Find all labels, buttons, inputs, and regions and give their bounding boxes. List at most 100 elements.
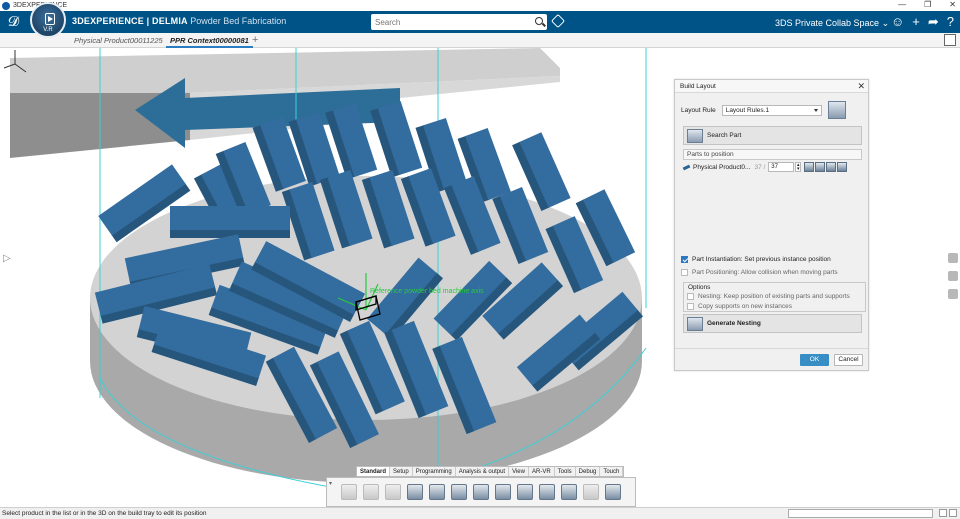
brand-title: 3DEXPERIENCE | DELMIA Powder Bed Fabrica…: [72, 16, 286, 26]
minimize-button[interactable]: —: [898, 0, 906, 9]
support-icon[interactable]: [495, 484, 511, 500]
add-icon[interactable]: +: [912, 14, 920, 30]
layout-rule-select[interactable]: Layout Rules.1: [721, 104, 822, 116]
part-positioning-option[interactable]: Part Positioning: Allow collision when m…: [681, 269, 838, 276]
collab-space-selector[interactable]: 3DS Private Collab Space ⌄: [775, 18, 889, 29]
user-icon[interactable]: ☺: [891, 14, 904, 30]
copy-icon[interactable]: [363, 484, 379, 500]
parts-to-position-header: Parts to position: [683, 149, 862, 160]
tab-ppr-context[interactable]: PPR Context00000081: [166, 33, 253, 48]
document-tabs: Physical Product00011225 PPR Context0000…: [0, 33, 960, 48]
generate-nesting-icon: [687, 316, 703, 331]
positioning-icon[interactable]: [473, 484, 489, 500]
position-part-icon[interactable]: [804, 162, 815, 172]
render-tool-icon[interactable]: [948, 271, 958, 281]
tab-debug[interactable]: Debug: [576, 467, 601, 476]
view-tool-icon[interactable]: [948, 253, 958, 263]
status-bar: Select product in the list or in the 3D …: [0, 507, 960, 519]
window-title-bar: 3DEXPERIENCE — ❐ ✕: [0, 0, 960, 11]
cut-icon[interactable]: [341, 484, 357, 500]
nesting-keep-option[interactable]: Nesting: Keep position of existing parts…: [687, 293, 850, 300]
part-icon: [682, 164, 691, 170]
fullscreen-icon[interactable]: [944, 34, 956, 46]
part-bar[interactable]: [370, 101, 423, 178]
paste-icon[interactable]: [385, 484, 401, 500]
copy-supports-checkbox[interactable]: [687, 303, 694, 310]
layout-rule-edit-icon[interactable]: [827, 101, 846, 119]
chevron-down-icon: [813, 108, 818, 112]
layout-rule-row: Layout Rule Layout Rules.1: [681, 101, 846, 119]
tab-view[interactable]: View: [509, 467, 529, 476]
panel-footer: OK Cancel: [675, 348, 868, 370]
part-list-item[interactable]: Physical Product0... 37 / 37 ▴ ▾: [682, 161, 848, 173]
part-instantiation-checkbox[interactable]: [681, 256, 688, 263]
export-icon[interactable]: [583, 484, 599, 500]
app-name: Powder Bed Fabrication: [190, 16, 287, 26]
simulation-icon[interactable]: [539, 484, 555, 500]
tab-standard[interactable]: Standard: [357, 467, 391, 476]
action-bar-tools: ▾: [326, 477, 636, 507]
search-input[interactable]: [375, 17, 525, 27]
ok-button[interactable]: OK: [800, 354, 829, 366]
status-buttons: [939, 509, 957, 517]
nesting-keep-checkbox[interactable]: [687, 293, 694, 300]
search-part-label: Search Part: [707, 132, 742, 139]
tab-programming[interactable]: Programming: [413, 467, 456, 476]
part-name: Physical Product0...: [693, 163, 751, 171]
part-quantity-input[interactable]: 37: [768, 162, 795, 172]
cancel-button[interactable]: Cancel: [834, 354, 863, 366]
compass-version: V.R: [43, 27, 53, 33]
status-options-icon[interactable]: [949, 509, 957, 517]
search-icon[interactable]: [535, 17, 543, 25]
undo-icon[interactable]: [407, 484, 423, 500]
part-instantiation-option[interactable]: Part Instantiation: Set previous instanc…: [681, 256, 831, 263]
part-actions: [804, 162, 848, 172]
generate-nesting-button[interactable]: Generate Nesting: [683, 314, 862, 333]
maximize-button[interactable]: ❐: [924, 0, 931, 9]
axis-triad-icon: [3, 50, 27, 73]
share-icon[interactable]: ➦: [928, 14, 939, 30]
cube-view-icon[interactable]: [605, 484, 621, 500]
machine-axis-label: Reference powder bed machine axis: [370, 288, 484, 295]
tab-touch[interactable]: Touch: [600, 467, 624, 476]
machine-setup-icon[interactable]: [429, 484, 445, 500]
layout-rule-label: Layout Rule: [681, 106, 716, 114]
tag-icon[interactable]: [550, 13, 566, 29]
part-bar[interactable]: [170, 206, 290, 238]
action-bar-tabs: Standard Setup Programming Analysis & ou…: [356, 466, 625, 477]
copy-supports-option[interactable]: Copy supports on new instances: [687, 303, 792, 310]
part-positioning-label: Part Positioning: Allow collision when m…: [692, 269, 838, 276]
print-tool-icon[interactable]: [948, 289, 958, 299]
slicing-icon[interactable]: [517, 484, 533, 500]
options-group: Options Nesting: Keep position of existi…: [683, 282, 866, 312]
quantity-spinner[interactable]: ▴ ▾: [795, 162, 802, 172]
new-tab-icon[interactable]: +: [252, 33, 258, 47]
tab-ar-vr[interactable]: AR-VR: [529, 467, 555, 476]
status-message: Select product in the list or in the 3D …: [2, 510, 207, 517]
status-search-icon[interactable]: [939, 509, 947, 517]
part-positioning-checkbox[interactable]: [681, 269, 688, 276]
tab-tools[interactable]: Tools: [555, 467, 576, 476]
top-bar: 𝓓 3DEXPERIENCE | DELMIA Powder Bed Fabri…: [0, 11, 960, 33]
build-layout-icon[interactable]: [451, 484, 467, 500]
inspection-icon[interactable]: [561, 484, 577, 500]
command-input[interactable]: [788, 509, 933, 518]
compass-widget[interactable]: V.R: [30, 2, 66, 38]
ds-logo-icon[interactable]: 𝓓: [8, 14, 19, 30]
search-box[interactable]: [371, 14, 547, 30]
play-icon: [45, 13, 55, 25]
delete-part-icon[interactable]: [837, 162, 848, 172]
collab-space-label: 3DS Private Collab Space: [775, 18, 880, 28]
tab-analysis-output[interactable]: Analysis & output: [456, 467, 510, 476]
close-icon[interactable]: ✕: [857, 81, 865, 92]
search-part-button[interactable]: Search Part: [683, 126, 862, 145]
tab-physical-product[interactable]: Physical Product00011225: [70, 33, 167, 48]
copy-part-icon[interactable]: [826, 162, 837, 172]
tab-setup[interactable]: Setup: [390, 467, 413, 476]
collapse-action-bar-icon[interactable]: ▾: [329, 480, 332, 487]
close-window-button[interactable]: ✕: [949, 0, 956, 9]
rotate-part-icon[interactable]: [815, 162, 826, 172]
help-icon[interactable]: ?: [947, 14, 954, 30]
options-label: Options: [688, 284, 711, 291]
expand-left-icon[interactable]: ▷: [3, 253, 11, 264]
